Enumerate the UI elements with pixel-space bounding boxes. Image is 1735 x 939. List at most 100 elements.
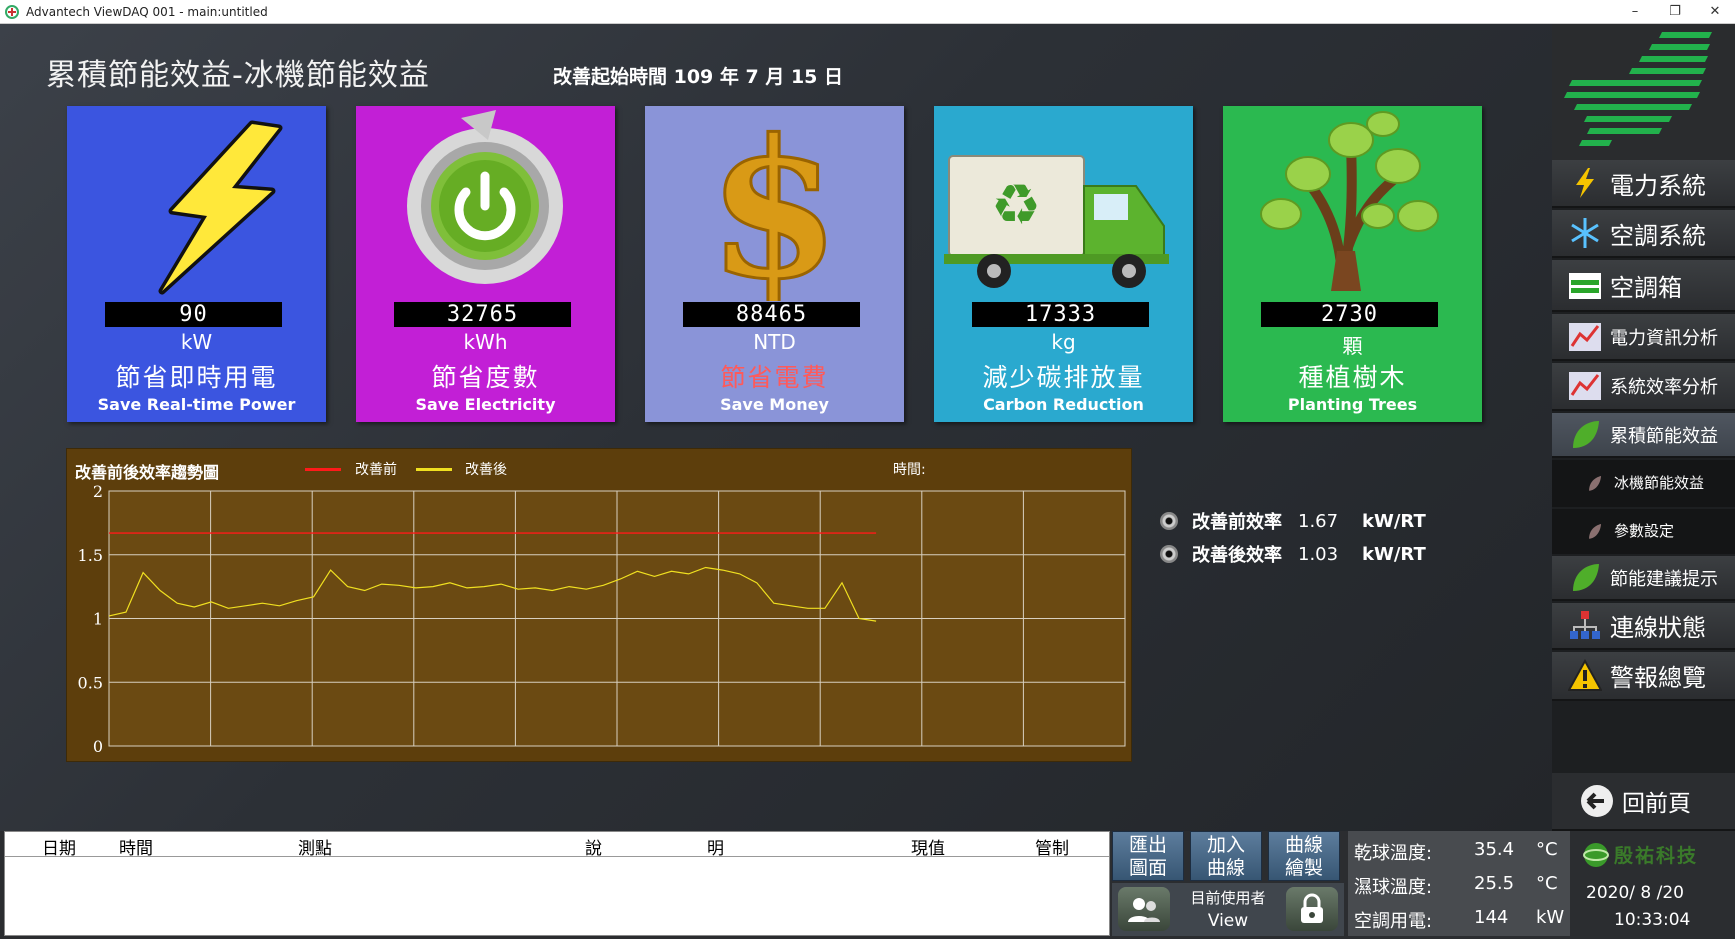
y-tick-label: 1: [93, 610, 103, 629]
card-value: 88465: [683, 302, 860, 327]
lock-button[interactable]: [1286, 887, 1338, 931]
y-tick-label: 2: [93, 482, 103, 501]
legend-before-label: 改善前: [355, 462, 397, 478]
ac-power-row: 空調用電: 144 kW: [1354, 907, 1564, 933]
draw-curve-label-1: 曲線: [1284, 834, 1323, 856]
clock-date: 2020/ 8 /20: [1586, 883, 1684, 903]
card-value: 90: [105, 302, 282, 327]
table-header-rule: [5, 856, 1109, 857]
sidebar-item-9[interactable]: 節能建議提示: [1552, 556, 1735, 601]
window-titlebar: Advantech ViewDAQ 001 - main:untitled – …: [0, 0, 1735, 24]
event-log-table: 日期 時間 測點 說 明 現值 管制: [4, 831, 1110, 936]
sidebar-item-label: 冰機節能效益: [1614, 474, 1705, 492]
card-title-zh: 節省度數: [431, 363, 540, 392]
y-tick-label: 0: [93, 737, 103, 756]
svg-text:♻: ♻: [991, 173, 1041, 238]
draw-curve-button[interactable]: 曲線 繪製: [1268, 831, 1340, 881]
planting-trees-card: 2730 顆 種植樹木 Planting Trees: [1223, 106, 1482, 422]
minimize-button[interactable]: –: [1615, 0, 1655, 24]
card-unit: kWh: [463, 330, 508, 354]
card-unit: kg: [1051, 330, 1076, 354]
sidebar-item-4[interactable]: 電力資訊分析: [1552, 314, 1735, 361]
efficiency-chart-icon: [1568, 369, 1602, 403]
company-logo: [1552, 24, 1735, 160]
page-title: 累積節能效益-冰機節能效益: [46, 58, 430, 93]
ac-power-value: 144: [1474, 907, 1509, 928]
efficiency-after-value: 1.03: [1298, 543, 1339, 565]
save-electricity-card: 32765 kWh 節省度數 Save Electricity: [356, 106, 615, 422]
leaf-icon: [1568, 418, 1602, 452]
card-title-zh: 節省電費: [720, 363, 829, 392]
sidebar-item-label: 警報總覽: [1610, 664, 1706, 692]
sidebar-item-11[interactable]: 警報總覽: [1552, 652, 1735, 701]
save-money-card: $ 88465 NTD 節省電費 Save Money: [645, 106, 904, 422]
window-title: Advantech ViewDAQ 001 - main:untitled: [26, 4, 268, 19]
user-panel: 目前使用者 View: [1112, 883, 1344, 936]
export-screen-button[interactable]: 匯出 圖面: [1112, 831, 1184, 881]
card-unit: kW: [180, 330, 213, 354]
user-switch-button[interactable]: [1118, 887, 1170, 931]
sidebar-item-7[interactable]: 冰機節能效益: [1552, 460, 1735, 507]
environment-readings: 乾球溫度: 35.4 °C 濕球溫度: 25.5 °C 空調用電: 144 kW: [1348, 831, 1570, 936]
back-button[interactable]: 回前頁: [1552, 773, 1735, 831]
add-curve-button[interactable]: 加入 曲線: [1190, 831, 1262, 881]
card-title-en: Planting Trees: [1287, 395, 1418, 414]
snowflake-icon: [1568, 216, 1602, 250]
close-button[interactable]: ✕: [1695, 0, 1735, 24]
sidebar-item-5[interactable]: 系統效率分析: [1552, 363, 1735, 411]
power-button-icon: [407, 110, 563, 284]
lightning-bolt-icon: [158, 120, 283, 295]
y-tick-label: 1.5: [78, 546, 103, 565]
brand-globe-icon: [1583, 843, 1609, 867]
wet-bulb-label: 濕球溫度:: [1354, 877, 1433, 898]
sidebar-item-2[interactable]: 空調系統: [1552, 210, 1735, 258]
add-curve-label-2: 曲線: [1206, 857, 1245, 879]
card-unit: NTD: [753, 330, 796, 354]
efficiency-before-unit: kW/RT: [1362, 510, 1426, 532]
export-label-1: 匯出: [1128, 834, 1167, 856]
start-date-label: 改善起始時間 109 年 7 月 15 日: [553, 66, 844, 88]
sidebar-item-1[interactable]: 電力系統: [1552, 160, 1735, 208]
sidebar-item-10[interactable]: 連線狀態: [1552, 603, 1735, 650]
card-title-zh: 節省即時用電: [115, 363, 278, 392]
card-title-en: Save Money: [720, 395, 829, 414]
card-value: 32765: [394, 302, 571, 327]
users-icon: [1128, 898, 1160, 922]
ac-power-unit: kW: [1536, 907, 1565, 928]
dollar-icon: $: [706, 106, 841, 301]
sidebar-item-8[interactable]: 參數設定: [1552, 509, 1735, 554]
card-value: 2730: [1261, 302, 1438, 327]
efficiency-after-radio[interactable]: [1160, 545, 1178, 563]
ahu-icon: [1568, 268, 1602, 302]
dry-bulb-value: 35.4: [1474, 839, 1515, 860]
sidebar-item-label: 連線狀態: [1610, 614, 1706, 642]
sidebar-item-label: 參數設定: [1614, 522, 1675, 540]
clock-panel: 殷祐科技 2020/ 8 /20 10:33:04: [1572, 831, 1735, 936]
efficiency-before-radio[interactable]: [1160, 512, 1178, 530]
sidebar-item-3[interactable]: 空調箱: [1552, 260, 1735, 312]
wet-bulb-row: 濕球溫度: 25.5 °C: [1354, 873, 1558, 899]
current-user-label: 目前使用者: [1190, 889, 1266, 907]
sidebar-item-label: 系統效率分析: [1610, 377, 1718, 398]
ac-power-label: 空調用電:: [1354, 911, 1433, 932]
legend-after-swatch: [416, 468, 452, 471]
add-curve-label-1: 加入: [1206, 834, 1245, 856]
brand-name: 殷祐科技: [1614, 845, 1699, 867]
leaf-icon: [1568, 561, 1602, 595]
dry-bulb-unit: °C: [1536, 839, 1558, 860]
y-tick-label: 0.5: [78, 673, 103, 692]
chart-time-label: 時間:: [893, 462, 926, 478]
restore-button[interactable]: ❐: [1655, 0, 1695, 24]
bottom-bar: 日期 時間 測點 說 明 現值 管制 匯出 圖面 加入 曲線 曲線 繪製 目前使…: [0, 831, 1735, 939]
efficiency-after-label: 改善後效率: [1192, 545, 1282, 566]
card-unit: 顆: [1342, 334, 1363, 358]
dry-bulb-label: 乾球溫度:: [1354, 843, 1433, 864]
sidebar-item-label: 空調箱: [1610, 273, 1682, 302]
sidebar-item-6[interactable]: 累積節能效益: [1552, 413, 1735, 458]
legend-before-swatch: [305, 468, 341, 471]
lock-icon: [1301, 893, 1323, 923]
dry-bulb-row: 乾球溫度: 35.4 °C: [1354, 839, 1558, 865]
efficiency-trend-chart: 0 0.5 1 1.5 2 改善前後效率趨勢圖 改善前 改善後 時間:: [66, 448, 1132, 762]
efficiency-before-value: 1.67: [1298, 510, 1339, 532]
sidebar-item-label: 節能建議提示: [1610, 568, 1718, 590]
